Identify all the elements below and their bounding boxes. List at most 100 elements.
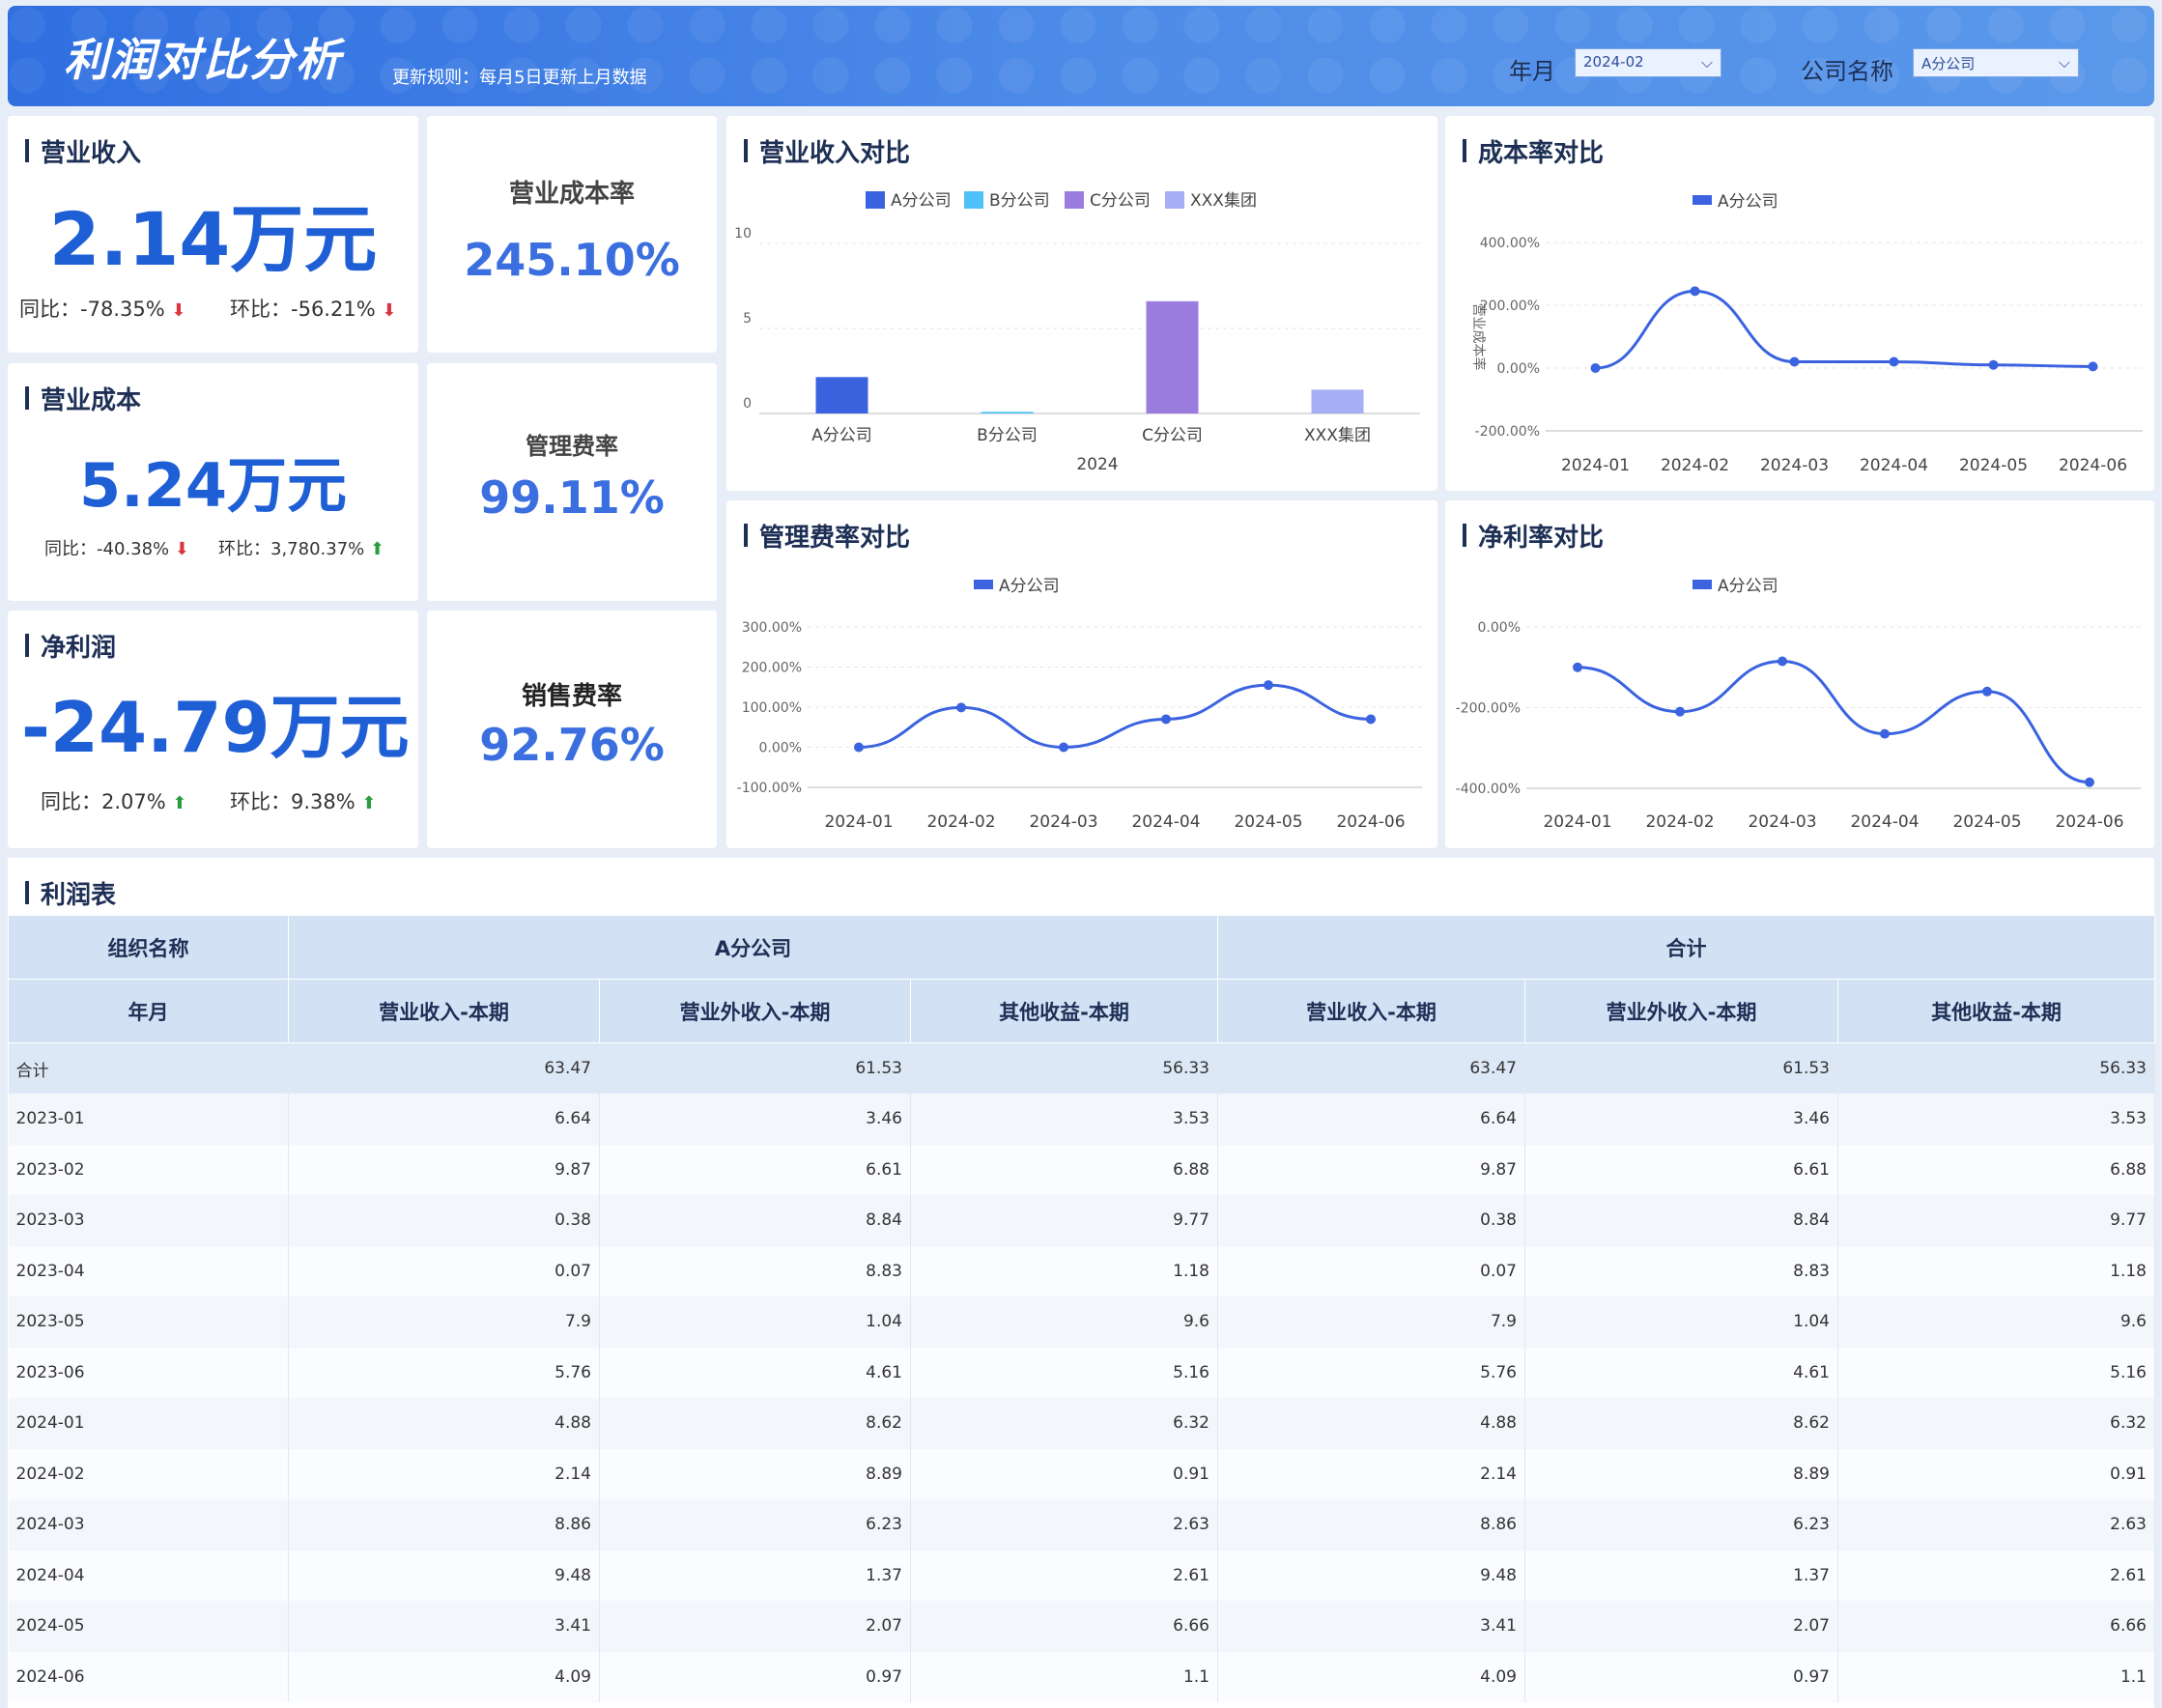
cost-rate-value: 245.10%: [464, 234, 680, 286]
arrow-down-icon: ⬇: [382, 300, 397, 321]
revenue-card: 营业收入 2.14万元 同比：-78.35% ⬇ 环比：-56.21% ⬇: [8, 116, 418, 353]
table-row[interactable]: 2024-04 9.48 1.37 2.61 9.48 1.37 2.61: [8, 1550, 2155, 1601]
cell-value: 2.63: [910, 1499, 1218, 1551]
cell-value: 6.64: [1217, 1094, 1525, 1145]
header-month: 年月: [8, 979, 289, 1043]
table-row[interactable]: 2024-06 4.09 0.97 1.1 4.09 0.97 1.1: [8, 1651, 2155, 1702]
cell-month: 2023-02: [8, 1144, 289, 1195]
table-row[interactable]: 2024-03 8.86 6.23 2.63 8.86 6.23 2.63: [8, 1499, 2155, 1551]
cell-value: 0.07: [1217, 1245, 1525, 1296]
cell-value: 8.86: [1217, 1499, 1525, 1551]
page-title: 利润对比分析: [64, 34, 342, 86]
month-select[interactable]: 2024-02 ⌵: [1575, 48, 1721, 77]
cell-value: 9.6: [910, 1296, 1218, 1348]
legend-label: B分公司: [989, 191, 1050, 211]
column-header[interactable]: 其他收益-本期: [1837, 979, 2155, 1043]
cell-value: 4.61: [1524, 1347, 1838, 1398]
month-select-value: 2024-02: [1583, 53, 1644, 71]
x-tick-label: 2024-06: [2059, 456, 2127, 475]
column-header[interactable]: 营业收入-本期: [1217, 979, 1525, 1043]
arrow-down-icon: ⬇: [174, 539, 189, 559]
x-tick-label: C分公司: [1142, 426, 1203, 445]
table-row[interactable]: 2024-01 4.88 8.62 6.32 4.88 8.62 6.32: [8, 1398, 2155, 1449]
cell-value: 0.38: [1217, 1195, 1525, 1246]
table-title: 利润表: [25, 875, 116, 911]
cell-value: 7.9: [288, 1296, 600, 1348]
y-axis-label: 营业成本率: [1470, 303, 1487, 371]
column-header[interactable]: 其他收益-本期: [910, 979, 1218, 1043]
cell-value: 6.88: [1837, 1144, 2155, 1195]
cell-month: 2023-04: [8, 1245, 289, 1296]
cell-value: 4.09: [288, 1651, 600, 1702]
company-select[interactable]: A分公司 ⌵: [1913, 48, 2079, 77]
cell-value: 8.62: [1524, 1398, 1838, 1449]
data-point: [956, 702, 966, 713]
table-row[interactable]: 2023-04 0.07 8.83 1.18 0.07 8.83 1.18: [8, 1245, 2155, 1296]
cell-value: 2.14: [1217, 1448, 1525, 1499]
cell-value: 6.32: [1837, 1398, 2155, 1449]
y-tick-label: 0: [743, 396, 752, 412]
table-row[interactable]: 2023-05 7.9 1.04 9.6 7.9 1.04 9.6: [8, 1296, 2155, 1348]
table-row[interactable]: 2023-01 6.64 3.46 3.53 6.64 3.46 3.53: [8, 1094, 2155, 1145]
cell-value: 8.89: [1524, 1448, 1838, 1499]
cell-value: 7.9: [1217, 1296, 1525, 1348]
table-row[interactable]: 2023-02 9.87 6.61 6.88 9.87 6.61 6.88: [8, 1144, 2155, 1195]
series-line: [1577, 659, 2091, 784]
bar: [1146, 300, 1199, 413]
cell-value: 5.16: [1837, 1347, 2155, 1398]
arrow-down-icon: ⬇: [171, 300, 186, 321]
y-tick-label: -400.00%: [1456, 782, 1521, 797]
cell-month: 2024-04: [8, 1550, 289, 1601]
cost-yoy: 同比：-40.38% ⬇: [44, 535, 189, 560]
mgmt-rate-value: 99.11%: [479, 471, 665, 524]
total-row[interactable]: 合计 63.47 61.53 56.33 63.47 61.53 56.33: [8, 1042, 2155, 1094]
chevron-down-icon: ⌵: [2058, 53, 2070, 71]
table-row[interactable]: 2024-02 2.14 8.89 0.91 2.14 8.89 0.91: [8, 1448, 2155, 1499]
header-group-total: 合计: [1217, 915, 2155, 980]
cell-value: 3.41: [288, 1601, 600, 1652]
column-header[interactable]: 营业收入-本期: [288, 979, 600, 1043]
y-tick-label: 5: [743, 311, 752, 327]
data-point: [2085, 777, 2094, 787]
cell-value: 1.37: [1524, 1550, 1838, 1601]
x-tick-label: 2024-02: [926, 812, 995, 832]
x-tick-label: 2024-02: [1661, 456, 1729, 475]
table-row[interactable]: 2023-03 0.38 8.84 9.77 0.38 8.84 9.77: [8, 1195, 2155, 1246]
cell-value: 1.18: [1837, 1245, 2155, 1296]
x-tick-label: 2024-04: [1860, 456, 1928, 475]
cell-value: 63.47: [288, 1042, 600, 1094]
legend-label: A分公司: [1718, 192, 1778, 212]
cell-month: 2023-06: [8, 1347, 289, 1398]
revenue-value: 2.14万元: [48, 196, 378, 282]
cell-value: 61.53: [599, 1042, 911, 1094]
bar: [815, 377, 868, 413]
table-row[interactable]: 2024-05 3.41 2.07 6.66 3.41 2.07 6.66: [8, 1601, 2155, 1652]
cell-value: 6.66: [1837, 1601, 2155, 1652]
x-tick-label: 2024-02: [1645, 812, 1714, 832]
cell-value: 6.66: [910, 1601, 1218, 1652]
cell-value: 2.07: [1524, 1601, 1838, 1652]
x-tick-label: 2024-03: [1748, 812, 1816, 832]
cell-value: 63.47: [1217, 1042, 1525, 1094]
x-tick-label: 2024-04: [1131, 812, 1200, 832]
cost-rate-compare-card: 成本率对比 A分公司 400.00% 200.00% 0.00% -200.00% 营业成…: [1445, 116, 2154, 491]
cell-value: 0.97: [1524, 1651, 1838, 1702]
legend-label: C分公司: [1090, 191, 1151, 211]
column-header[interactable]: 营业外收入-本期: [1524, 979, 1838, 1043]
x-tick-label: 2024-05: [1952, 812, 2021, 832]
net-rate-compare-chart: A分公司 0.00% -200.00% -400.00% 2024-01 2024-02 2…: [1456, 577, 2141, 832]
x-axis-label: 2024: [1076, 455, 1118, 474]
mgmt-rate-title: 管理费率: [526, 433, 618, 460]
cell-value: 9.77: [1837, 1195, 2155, 1246]
company-filter-label: 公司名称: [1801, 58, 1893, 85]
column-header[interactable]: 营业外收入-本期: [599, 979, 911, 1043]
cell-value: 9.87: [288, 1144, 600, 1195]
legend-label: A分公司: [891, 191, 952, 211]
table-row[interactable]: 2023-06 5.76 4.61 5.16 5.76 4.61 5.16: [8, 1347, 2155, 1398]
legend-label: A分公司: [1718, 577, 1778, 596]
cell-value: 6.61: [1524, 1144, 1838, 1195]
cell-month: 2024-01: [8, 1398, 289, 1449]
series-line: [858, 683, 1372, 750]
profit-table-card: 利润表 组织名称 A分公司 合计 年月 营业收入-本期 营业外收入-本期 其他收…: [8, 858, 2155, 1708]
cost-mom-text: 环比：3,780.37%: [218, 539, 365, 559]
